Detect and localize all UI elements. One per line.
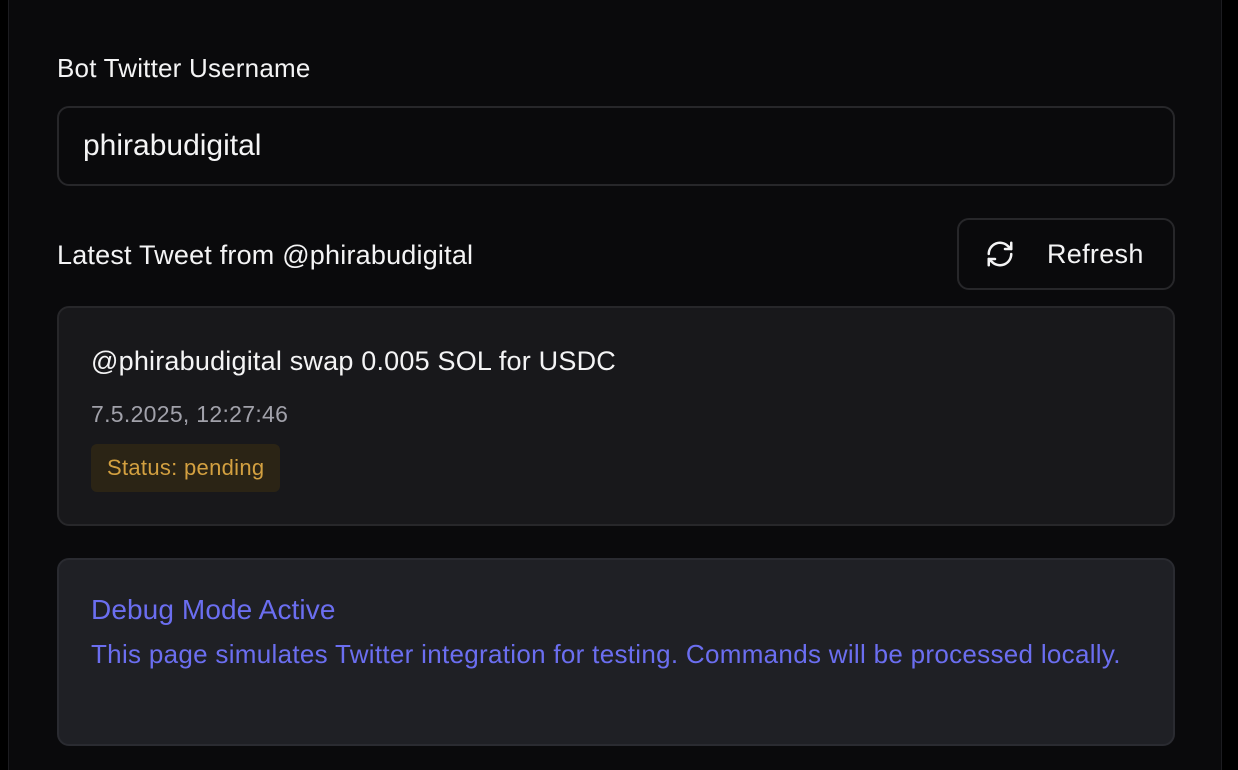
username-label: Bot Twitter Username [57, 53, 311, 83]
refresh-icon [985, 239, 1015, 269]
debug-notice: Debug Mode Active This page simulates Tw… [57, 558, 1175, 746]
tweet-text: @phirabudigital swap 0.005 SOL for USDC [91, 346, 616, 376]
refresh-button[interactable]: Refresh [957, 218, 1175, 290]
tweet-timestamp: 7.5.2025, 12:27:46 [91, 401, 289, 427]
latest-tweet-heading: Latest Tweet from @phirabudigital [57, 240, 474, 270]
username-input[interactable] [57, 106, 1175, 186]
refresh-label: Refresh [1047, 238, 1144, 269]
tweet-card: @phirabudigital swap 0.005 SOL for USDC … [57, 306, 1175, 526]
debug-message: This page simulates Twitter integration … [91, 639, 1121, 669]
debug-title: Debug Mode Active [91, 594, 336, 625]
bot-settings-panel: Bot Twitter Username Latest Tweet from @… [8, 0, 1222, 770]
status-badge: Status: pending [91, 444, 281, 492]
